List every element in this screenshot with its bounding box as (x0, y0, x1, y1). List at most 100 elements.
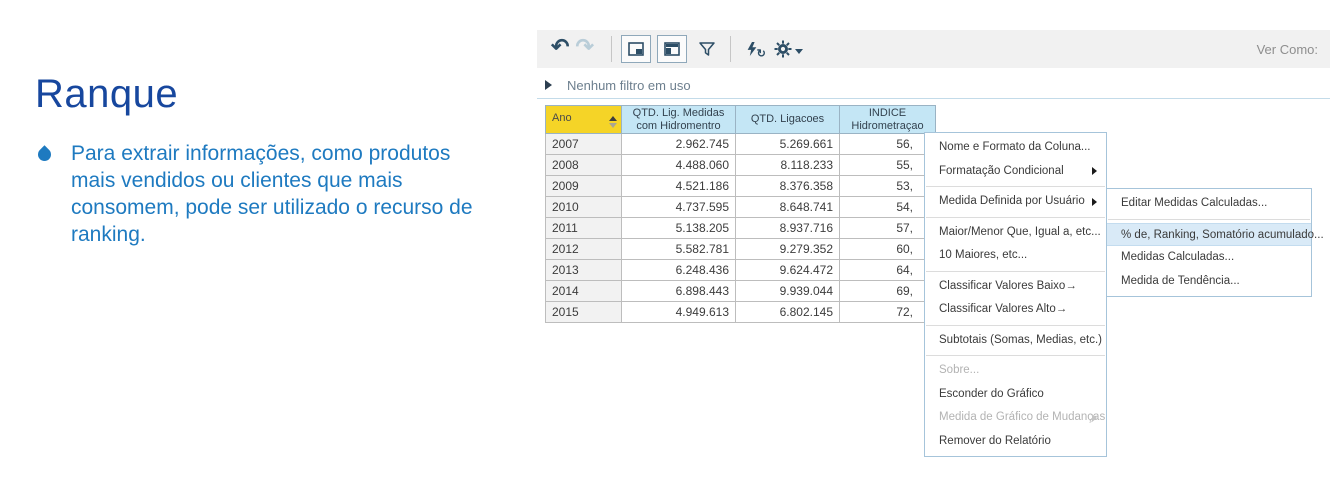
panel-layout-button[interactable] (621, 35, 651, 63)
filter-bar-divider (537, 98, 1330, 99)
grid-layout-icon (664, 42, 680, 56)
table-row: 2011 5.138.205 8.937.716 57, (546, 218, 936, 239)
submenu-item-ranking[interactable]: % de, Ranking, Somatório acumulado... (1107, 223, 1311, 247)
submenu-item-medida-tendencia[interactable]: Medida de Tendência... (1107, 270, 1311, 294)
toolbar-divider (730, 36, 731, 62)
table-row: 2015 4.949.613 6.802.145 72, (546, 302, 936, 323)
cell-ano[interactable]: 2007 (546, 134, 622, 155)
menu-item-nome-formato[interactable]: Nome e Formato da Coluna... (925, 136, 1106, 160)
cell-indice[interactable]: 55, (840, 155, 936, 176)
sort-ascending-icon[interactable] (609, 116, 617, 128)
cell-qtd-medidas[interactable]: 2.962.745 (622, 134, 736, 155)
filter-bar: Nenhum filtro em uso (537, 74, 1330, 96)
submenu-item-editar-medidas[interactable]: Editar Medidas Calculadas... (1107, 192, 1311, 216)
cell-ano[interactable]: 2014 (546, 281, 622, 302)
filter-icon[interactable] (698, 41, 716, 57)
view-as-label[interactable]: Ver Como: (1257, 42, 1320, 57)
menu-item-label: Medida Definida por Usuário (939, 195, 1085, 207)
menu-separator (926, 355, 1105, 356)
data-grid: Ano QTD. Lig. Medidas com Hidromentro QT… (545, 105, 936, 323)
column-header-qtd-medidas[interactable]: QTD. Lig. Medidas com Hidromentro (622, 106, 736, 134)
cell-qtd-ligacoes[interactable]: 9.939.044 (736, 281, 840, 302)
table-row: 2010 4.737.595 8.648.741 54, (546, 197, 936, 218)
menu-item-subtotais[interactable]: Subtotais (Somas, Medias, etc.) (925, 329, 1106, 353)
cell-qtd-ligacoes[interactable]: 9.624.472 (736, 260, 840, 281)
cell-qtd-medidas[interactable]: 4.488.060 (622, 155, 736, 176)
cell-ano[interactable]: 2015 (546, 302, 622, 323)
menu-item-formatacao-condicional[interactable]: Formatação Condicional (925, 160, 1106, 184)
table-row: 2008 4.488.060 8.118.233 55, (546, 155, 936, 176)
table-row: 2014 6.898.443 9.939.044 69, (546, 281, 936, 302)
menu-item-label: Medida de Gráfico de Mudanças (939, 411, 1105, 423)
cell-qtd-medidas[interactable]: 6.248.436 (622, 260, 736, 281)
cell-qtd-medidas[interactable]: 4.949.613 (622, 302, 736, 323)
cell-ano[interactable]: 2013 (546, 260, 622, 281)
menu-separator (1108, 219, 1310, 220)
cell-ano[interactable]: 2008 (546, 155, 622, 176)
cell-qtd-medidas[interactable]: 4.737.595 (622, 197, 736, 218)
cell-ano[interactable]: 2010 (546, 197, 622, 218)
menu-item-10-maiores[interactable]: 10 Maiores, etc... (925, 244, 1106, 268)
cell-qtd-ligacoes[interactable]: 5.269.661 (736, 134, 840, 155)
cell-qtd-ligacoes[interactable]: 8.118.233 (736, 155, 840, 176)
chevron-down-icon (795, 49, 803, 54)
cell-qtd-medidas[interactable]: 5.138.205 (622, 218, 736, 239)
cell-indice[interactable]: 57, (840, 218, 936, 239)
menu-item-medida-definida[interactable]: Medida Definida por Usuário (925, 190, 1106, 214)
submenu-arrow-icon (1092, 167, 1097, 175)
menu-item-maior-menor[interactable]: Maior/Menor Que, Igual a, etc... (925, 221, 1106, 245)
panel-layout-icon (628, 42, 644, 56)
cell-qtd-medidas[interactable]: 4.521.186 (622, 176, 736, 197)
cell-ano[interactable]: 2009 (546, 176, 622, 197)
cell-qtd-ligacoes[interactable]: 8.648.741 (736, 197, 840, 218)
cell-indice[interactable]: 56, (840, 134, 936, 155)
column-header-ano[interactable]: Ano (546, 106, 622, 134)
table-row: 2007 2.962.745 5.269.661 56, (546, 134, 936, 155)
menu-item-label: Formatação Condicional (939, 165, 1064, 177)
submenu: Editar Medidas Calculadas... % de, Ranki… (1106, 188, 1312, 297)
undo-icon[interactable]: ↶ (551, 36, 569, 58)
menu-item-classificar-baixo[interactable]: Classificar Valores Baixo→ (925, 275, 1106, 299)
menu-item-sobre: Sobre... (925, 359, 1106, 383)
cell-qtd-ligacoes[interactable]: 8.376.358 (736, 176, 840, 197)
settings-gear-icon[interactable] (774, 40, 803, 58)
menu-item-classificar-alto[interactable]: Classificar Valores Alto→ (925, 298, 1106, 322)
menu-item-remover-relatorio[interactable]: Remover do Relatório (925, 430, 1106, 454)
page-title: Ranque (35, 72, 178, 117)
cell-ano[interactable]: 2011 (546, 218, 622, 239)
cell-qtd-ligacoes[interactable]: 6.802.145 (736, 302, 840, 323)
menu-separator (926, 325, 1105, 326)
cell-indice[interactable]: 69, (840, 281, 936, 302)
cell-ano[interactable]: 2012 (546, 239, 622, 260)
submenu-arrow-icon (1092, 414, 1097, 422)
expand-filter-icon[interactable] (545, 80, 552, 90)
toolbar-divider (611, 36, 612, 62)
execute-refresh-icon[interactable]: ↻ (745, 40, 759, 58)
column-header-label: Ano (552, 112, 572, 124)
cell-qtd-ligacoes[interactable]: 9.279.352 (736, 239, 840, 260)
cell-indice[interactable]: 64, (840, 260, 936, 281)
cell-qtd-ligacoes[interactable]: 8.937.716 (736, 218, 840, 239)
cell-indice[interactable]: 72, (840, 302, 936, 323)
menu-item-medida-grafico-mudancas: Medida de Gráfico de Mudanças (925, 406, 1106, 430)
cell-indice[interactable]: 53, (840, 176, 936, 197)
column-header-indice[interactable]: INDICE Hidrometraçao (840, 106, 936, 134)
cell-qtd-medidas[interactable]: 5.582.781 (622, 239, 736, 260)
submenu-item-medidas-calculadas[interactable]: Medidas Calculadas... (1107, 246, 1311, 270)
menu-item-esconder-grafico[interactable]: Esconder do Gráfico (925, 383, 1106, 407)
cell-indice[interactable]: 54, (840, 197, 936, 218)
refresh-arrow-glyph: ↻ (757, 47, 766, 60)
table-row: 2012 5.582.781 9.279.352 60, (546, 239, 936, 260)
cell-qtd-medidas[interactable]: 6.898.443 (622, 281, 736, 302)
table-row: 2009 4.521.186 8.376.358 53, (546, 176, 936, 197)
column-header-qtd-ligacoes[interactable]: QTD. Ligacoes (736, 106, 840, 134)
submenu-arrow-icon (1092, 198, 1097, 206)
redo-icon[interactable]: ↷ (575, 36, 593, 58)
table-row: 2013 6.248.436 9.624.472 64, (546, 260, 936, 281)
context-menu: Nome e Formato da Coluna... Formatação C… (924, 132, 1107, 457)
bullet-paragraph: Para extrair informações, como produtos … (36, 140, 476, 248)
menu-separator (926, 217, 1105, 218)
grid-layout-button[interactable] (657, 35, 687, 63)
header-row: Ano QTD. Lig. Medidas com Hidromentro QT… (546, 106, 936, 134)
cell-indice[interactable]: 60, (840, 239, 936, 260)
